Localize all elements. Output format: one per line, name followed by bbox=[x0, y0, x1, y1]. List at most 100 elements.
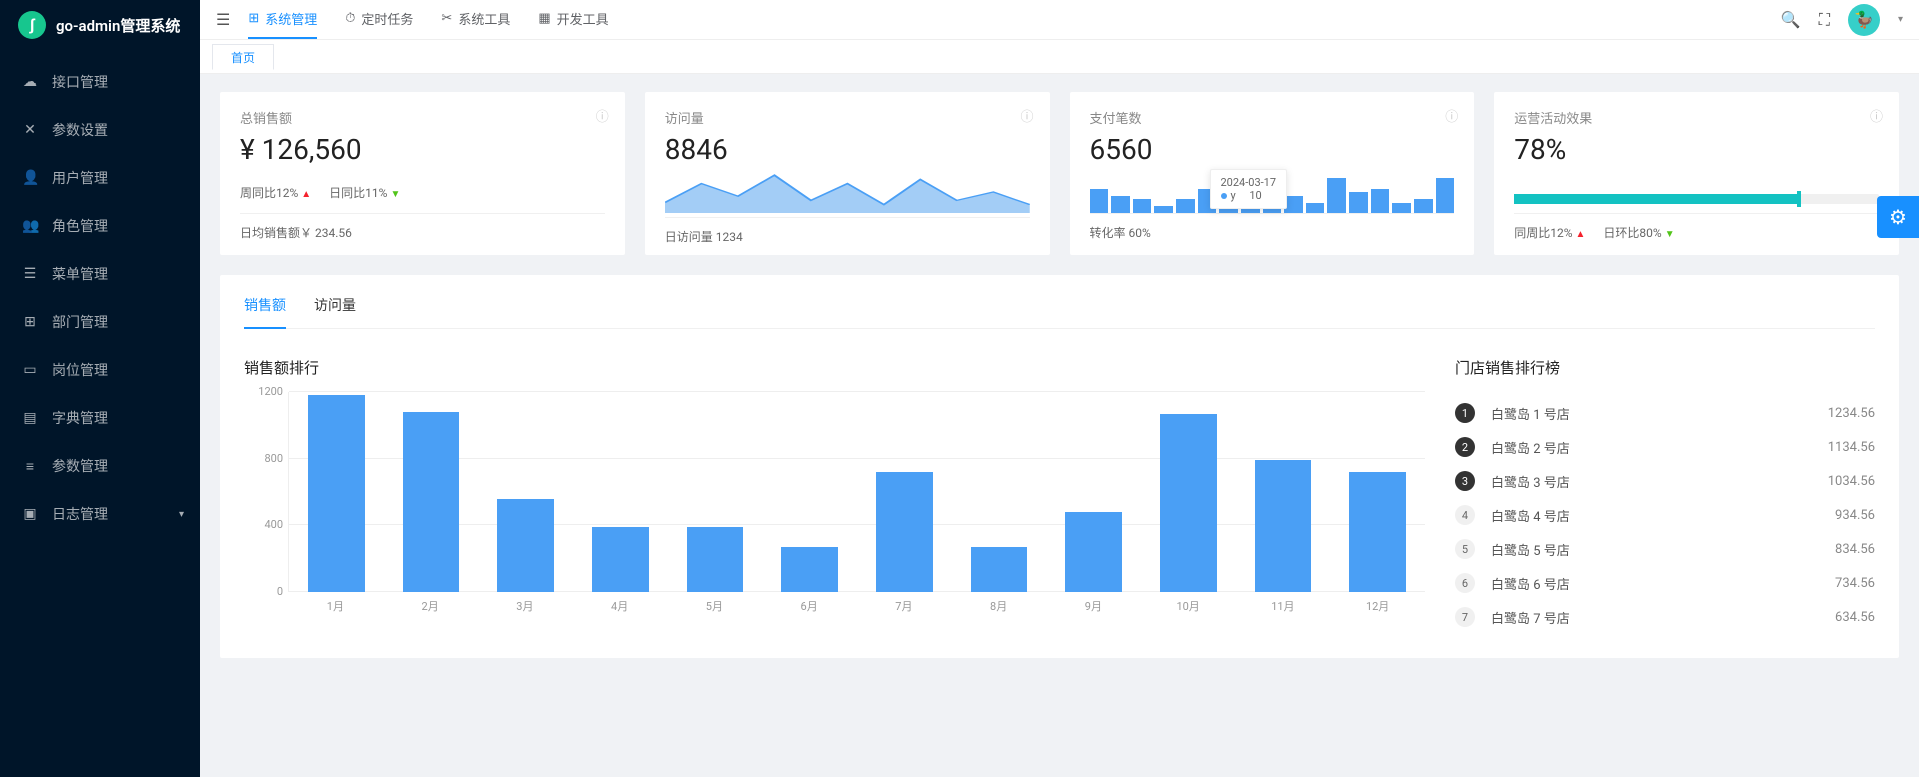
info-icon[interactable]: ⓘ bbox=[1445, 106, 1458, 125]
sidebar-item-label: 参数管理 bbox=[52, 456, 108, 476]
logo: ʃ go-admin管理系统 bbox=[0, 0, 200, 50]
topnav-icon: ▦ bbox=[538, 11, 550, 26]
rank-item: 4白鹭岛 4 号店934.56 bbox=[1455, 498, 1875, 532]
collapse-sidebar-icon[interactable]: ☰ bbox=[216, 10, 230, 29]
sidebar-item-0[interactable]: ☁ 接口管理 bbox=[0, 58, 200, 106]
x-tick-label: 10月 bbox=[1141, 598, 1236, 614]
card-value: 78% bbox=[1514, 129, 1879, 171]
menu-icon: ≡ bbox=[22, 458, 38, 475]
rank-value: 1234.56 bbox=[1828, 406, 1875, 421]
x-tick-label: 7月 bbox=[857, 598, 952, 614]
topnav-label: 定时任务 bbox=[361, 9, 413, 28]
topnav-icon: ⊞ bbox=[248, 11, 259, 26]
mini-bar bbox=[1306, 203, 1325, 214]
rank-item: 1白鹭岛 1 号店1234.56 bbox=[1455, 396, 1875, 430]
x-tick-label: 8月 bbox=[951, 598, 1046, 614]
ops-progress bbox=[1514, 194, 1879, 204]
menu-icon: 👥 bbox=[22, 218, 38, 234]
rank-item: 6白鹭岛 6 号店734.56 bbox=[1455, 566, 1875, 600]
panel-tab-1[interactable]: 访问量 bbox=[314, 295, 356, 329]
x-tick-label: 9月 bbox=[1046, 598, 1141, 614]
x-tick-label: 4月 bbox=[572, 598, 667, 614]
card-foot: 同周比12% ▲ 日环比80% ▼ bbox=[1514, 213, 1879, 251]
sidebar-item-8[interactable]: ≡ 参数管理 bbox=[0, 442, 200, 490]
day-ratio: 日同比11% ▼ bbox=[329, 184, 400, 201]
topnav-item-1[interactable]: ⏱定时任务 bbox=[345, 0, 413, 39]
mini-bar bbox=[1176, 199, 1195, 213]
panel-tab-0[interactable]: 销售额 bbox=[244, 295, 286, 329]
topnav-item-2[interactable]: ✂系统工具 bbox=[441, 0, 510, 39]
panel-tabs: 销售额访问量 bbox=[244, 295, 1875, 329]
sidebar-item-7[interactable]: ▤字典管理 bbox=[0, 394, 200, 442]
fullscreen-icon[interactable]: ⛶ bbox=[1819, 10, 1830, 30]
menu-icon: ✕ bbox=[22, 122, 38, 138]
mini-bar bbox=[1327, 178, 1346, 213]
sales-bar-chart: 04008001200 bbox=[288, 392, 1425, 592]
rank-value: 734.56 bbox=[1835, 576, 1875, 591]
rank-badge: 7 bbox=[1455, 607, 1475, 627]
topnav-item-3[interactable]: ▦开发工具 bbox=[538, 0, 608, 39]
user-menu-caret-icon[interactable]: ▾ bbox=[1898, 14, 1903, 25]
rank-name: 白鹭岛 4 号店 bbox=[1491, 506, 1835, 525]
topnav: ⊞系统管理 ⏱定时任务 ✂系统工具 ▦开发工具 bbox=[248, 0, 608, 39]
card-foot: 转化率 60% bbox=[1090, 213, 1455, 251]
sidebar-item-3[interactable]: 👥角色管理 bbox=[0, 202, 200, 250]
rank-name: 白鹭岛 5 号店 bbox=[1491, 540, 1835, 559]
card-value: ¥ 126,560 bbox=[240, 129, 605, 171]
topnav-item-0[interactable]: ⊞系统管理 bbox=[248, 0, 317, 39]
mini-bar bbox=[1133, 199, 1152, 213]
rank-name: 白鹭岛 2 号店 bbox=[1491, 438, 1828, 457]
avatar[interactable]: 🦆 bbox=[1848, 4, 1880, 36]
sidebar-item-label: 部门管理 bbox=[52, 312, 108, 332]
payments-mini-chart: 2024-03-17 y 10 bbox=[1090, 171, 1455, 213]
info-icon[interactable]: ⓘ bbox=[1870, 106, 1883, 125]
info-icon[interactable]: ⓘ bbox=[1020, 106, 1033, 125]
tab-home[interactable]: 首页 bbox=[212, 44, 274, 70]
x-tick-label: 1月 bbox=[288, 598, 383, 614]
week-ratio: 周同比12% ▲ bbox=[240, 184, 311, 201]
x-tick-label: 12月 bbox=[1330, 598, 1425, 614]
visits-mini-chart bbox=[665, 171, 1030, 213]
sidebar-item-label: 接口管理 bbox=[52, 72, 108, 92]
card-ops: ⓘ 运营活动效果 78% 同周比12% ▲ 日环比80% ▼ bbox=[1494, 92, 1899, 255]
sidebar-item-2[interactable]: 👤 用户管理 bbox=[0, 154, 200, 202]
info-icon[interactable]: ⓘ bbox=[596, 106, 609, 125]
chart-bar bbox=[497, 499, 554, 592]
sidebar-item-label: 字典管理 bbox=[52, 408, 108, 428]
topnav-icon: ✂ bbox=[441, 11, 452, 26]
chart-bar bbox=[1255, 460, 1312, 592]
sidebar-item-label: 菜单管理 bbox=[52, 264, 108, 284]
sidebar-item-9[interactable]: ▣日志管理▾ bbox=[0, 490, 200, 538]
rank-value: 934.56 bbox=[1835, 508, 1875, 523]
sidebar-item-5[interactable]: ⊞部门管理 bbox=[0, 298, 200, 346]
card-payments: ⓘ 支付笔数 6560 2024-03-17 y 10 转化率 60% bbox=[1070, 92, 1475, 255]
card-title: 运营活动效果 bbox=[1514, 108, 1879, 127]
settings-fab[interactable]: ⚙ bbox=[1877, 196, 1919, 238]
mini-bar bbox=[1414, 199, 1433, 213]
menu-icon: 👤 bbox=[22, 170, 38, 186]
chart-tooltip: 2024-03-17 y 10 bbox=[1210, 169, 1288, 209]
rank-item: 7白鹭岛 7 号店634.56 bbox=[1455, 600, 1875, 634]
rank-name: 白鹭岛 3 号店 bbox=[1491, 472, 1828, 491]
sidebar-item-6[interactable]: ▭岗位管理 bbox=[0, 346, 200, 394]
rank-name: 白鹭岛 7 号店 bbox=[1491, 608, 1835, 627]
rank-value: 834.56 bbox=[1835, 542, 1875, 557]
chart-bar bbox=[403, 412, 460, 592]
mini-bar bbox=[1392, 203, 1411, 214]
sidebar-item-label: 用户管理 bbox=[52, 168, 108, 188]
sidebar-item-1[interactable]: ✕ 参数设置 bbox=[0, 106, 200, 154]
menu-icon: ▣ bbox=[22, 506, 38, 522]
sales-chart-column: 销售额排行 04008001200 1月2月3月4月5月6月7月8月9月10月1… bbox=[244, 357, 1425, 634]
mini-bar bbox=[1436, 178, 1455, 213]
rank-item: 5白鹭岛 5 号店834.56 bbox=[1455, 532, 1875, 566]
topbar: ☰ ⊞系统管理 ⏱定时任务 ✂系统工具 ▦开发工具 🔍 ⛶ 🦆 ▾ bbox=[200, 0, 1919, 40]
x-tick-label: 11月 bbox=[1236, 598, 1331, 614]
sidebar-item-label: 参数设置 bbox=[52, 120, 108, 140]
mini-bar bbox=[1349, 192, 1368, 213]
rank-title: 门店销售排行榜 bbox=[1455, 357, 1875, 378]
search-icon[interactable]: 🔍 bbox=[1781, 10, 1801, 29]
menu-icon: ☁ bbox=[22, 74, 38, 90]
sales-panel: 销售额访问量 销售额排行 04008001200 1月2月3月4月5月6月7月8… bbox=[220, 275, 1899, 658]
x-tick-label: 2月 bbox=[383, 598, 478, 614]
sidebar-item-4[interactable]: ☰菜单管理 bbox=[0, 250, 200, 298]
